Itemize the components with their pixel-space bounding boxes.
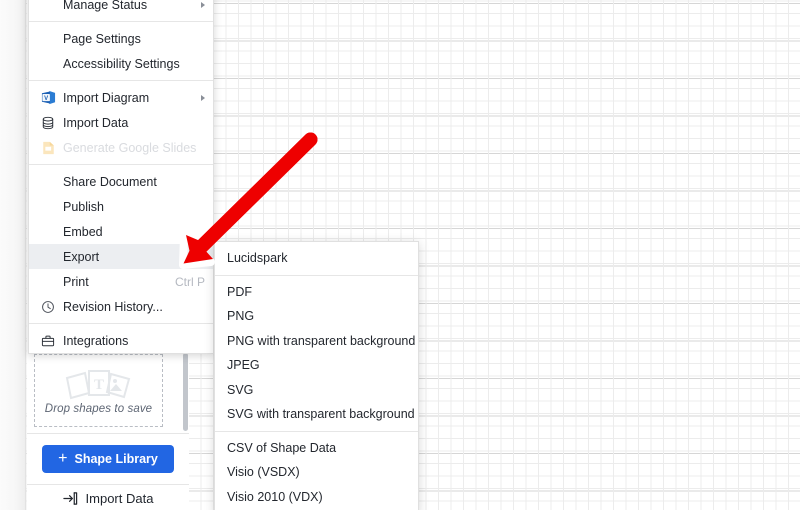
submenu-item-label: PDF — [227, 284, 252, 299]
shapes-panel: T Drop shapes to save + Shape Library Im… — [27, 348, 189, 510]
print-shortcut: Ctrl P — [175, 274, 205, 289]
menu-item-label: Generate Google Slides — [63, 140, 197, 155]
menu-item-embed[interactable]: Embed — [29, 219, 213, 244]
menu-icon-slot — [39, 31, 57, 47]
import-data-label: Import Data — [85, 491, 154, 506]
menu-icon-slot — [39, 174, 57, 190]
menu-item-share-document[interactable]: Share Document — [29, 169, 213, 194]
submenu-separator — [215, 274, 418, 276]
submenu-item-visio-vsdx[interactable]: Visio (VSDX) — [215, 460, 418, 485]
menu-item-import-data[interactable]: Import Data — [29, 110, 213, 135]
export-submenu: Lucidspark PDF PNG PNG with transparent … — [214, 241, 419, 510]
plus-icon: + — [58, 449, 68, 467]
menu-item-label: Export — [63, 249, 100, 264]
app-root: T Drop shapes to save + Shape Library Im… — [0, 0, 800, 510]
menu-item-label: Manage Status — [63, 0, 148, 12]
menu-item-label: Import Diagram — [63, 90, 150, 105]
submenu-item-png[interactable]: PNG — [215, 304, 418, 329]
database-icon — [39, 115, 57, 131]
chevron-right-icon — [201, 253, 205, 260]
submenu-item-lucidspark[interactable]: Lucidspark — [215, 246, 418, 271]
import-data-button[interactable]: Import Data — [27, 485, 189, 510]
menu-item-page-settings[interactable]: Page Settings — [29, 26, 213, 51]
menu-icon-slot — [39, 274, 57, 290]
submenu-separator — [215, 430, 418, 432]
submenu-item-label: JPEG — [227, 358, 260, 373]
submenu-item-label: SVG — [227, 382, 254, 397]
shapes-panel-scrollbar[interactable] — [183, 353, 188, 431]
submenu-item-label: PNG — [227, 309, 255, 324]
menu-item-manage-status[interactable]: Manage Status — [29, 0, 213, 17]
menu-item-import-diagram[interactable]: V Import Diagram — [29, 85, 213, 110]
menu-item-label: Page Settings — [63, 31, 141, 46]
submenu-item-label: CSV of Shape Data — [227, 440, 337, 455]
submenu-item-pdf[interactable]: PDF — [215, 280, 418, 305]
file-menu: Manage Status Page Settings Accessibilit… — [28, 0, 214, 354]
drop-shapes-label: Drop shapes to save — [44, 402, 153, 415]
chevron-right-icon — [201, 94, 205, 101]
menu-item-integrations[interactable]: Integrations — [29, 328, 213, 353]
menu-item-label: Share Document — [63, 174, 157, 189]
menu-separator — [29, 21, 213, 22]
menu-item-export[interactable]: Export — [29, 244, 213, 269]
menu-item-accessibility-settings[interactable]: Accessibility Settings — [29, 51, 213, 76]
submenu-item-svg-transparent[interactable]: SVG with transparent background — [215, 402, 418, 427]
submenu-item-png-transparent[interactable]: PNG with transparent background — [215, 329, 418, 354]
menu-item-label: Embed — [63, 224, 103, 239]
menu-icon-slot — [39, 0, 57, 13]
import-arrow-icon — [62, 492, 77, 505]
visio-icon: V — [39, 90, 57, 106]
menu-item-generate-google-slides: Generate Google Slides — [29, 135, 213, 160]
menu-separator — [29, 323, 213, 324]
left-rail — [0, 0, 26, 510]
menu-icon-slot — [39, 224, 57, 240]
drop-shapes-zone[interactable]: T Drop shapes to save — [34, 354, 163, 427]
submenu-item-visio-2010-vdx[interactable]: Visio 2010 (VDX) — [215, 485, 418, 510]
submenu-item-label: PNG with transparent background — [227, 333, 416, 348]
menu-item-label: Accessibility Settings — [63, 56, 180, 71]
menu-item-label: Print — [63, 274, 89, 289]
submenu-item-csv-shape-data[interactable]: CSV of Shape Data — [215, 436, 418, 461]
add-shape-library-button[interactable]: + Shape Library — [42, 445, 174, 473]
svg-text:V: V — [44, 96, 48, 102]
menu-icon-slot — [39, 199, 57, 215]
menu-item-label: Integrations — [63, 333, 129, 348]
shape-library-row: + Shape Library — [27, 434, 189, 484]
menu-separator — [29, 80, 213, 81]
menu-item-label: Import Data — [63, 115, 129, 130]
menu-separator — [29, 164, 213, 165]
submenu-item-label: Visio (VSDX) — [227, 465, 300, 480]
google-slides-icon — [39, 140, 57, 156]
menu-item-revision-history[interactable]: Revision History... — [29, 294, 213, 319]
drop-shapes-illustration: T — [65, 369, 130, 399]
submenu-item-label: Lucidspark — [227, 251, 288, 266]
menu-item-label: Publish — [63, 199, 104, 214]
submenu-item-label: Visio 2010 (VDX) — [227, 489, 323, 504]
menu-icon-slot — [39, 249, 57, 265]
svg-text:T: T — [93, 377, 103, 393]
menu-item-publish[interactable]: Publish — [29, 194, 213, 219]
submenu-item-jpeg[interactable]: JPEG — [215, 353, 418, 378]
submenu-item-label: SVG with transparent background — [227, 407, 415, 422]
menu-icon-slot — [39, 56, 57, 72]
submenu-item-svg[interactable]: SVG — [215, 378, 418, 403]
menu-item-print[interactable]: Print Ctrl P — [29, 269, 213, 294]
menu-item-label: Revision History... — [63, 299, 163, 314]
briefcase-icon — [39, 333, 57, 349]
clock-icon — [39, 299, 57, 315]
chevron-right-icon — [201, 1, 205, 8]
shape-library-label: Shape Library — [74, 452, 158, 466]
